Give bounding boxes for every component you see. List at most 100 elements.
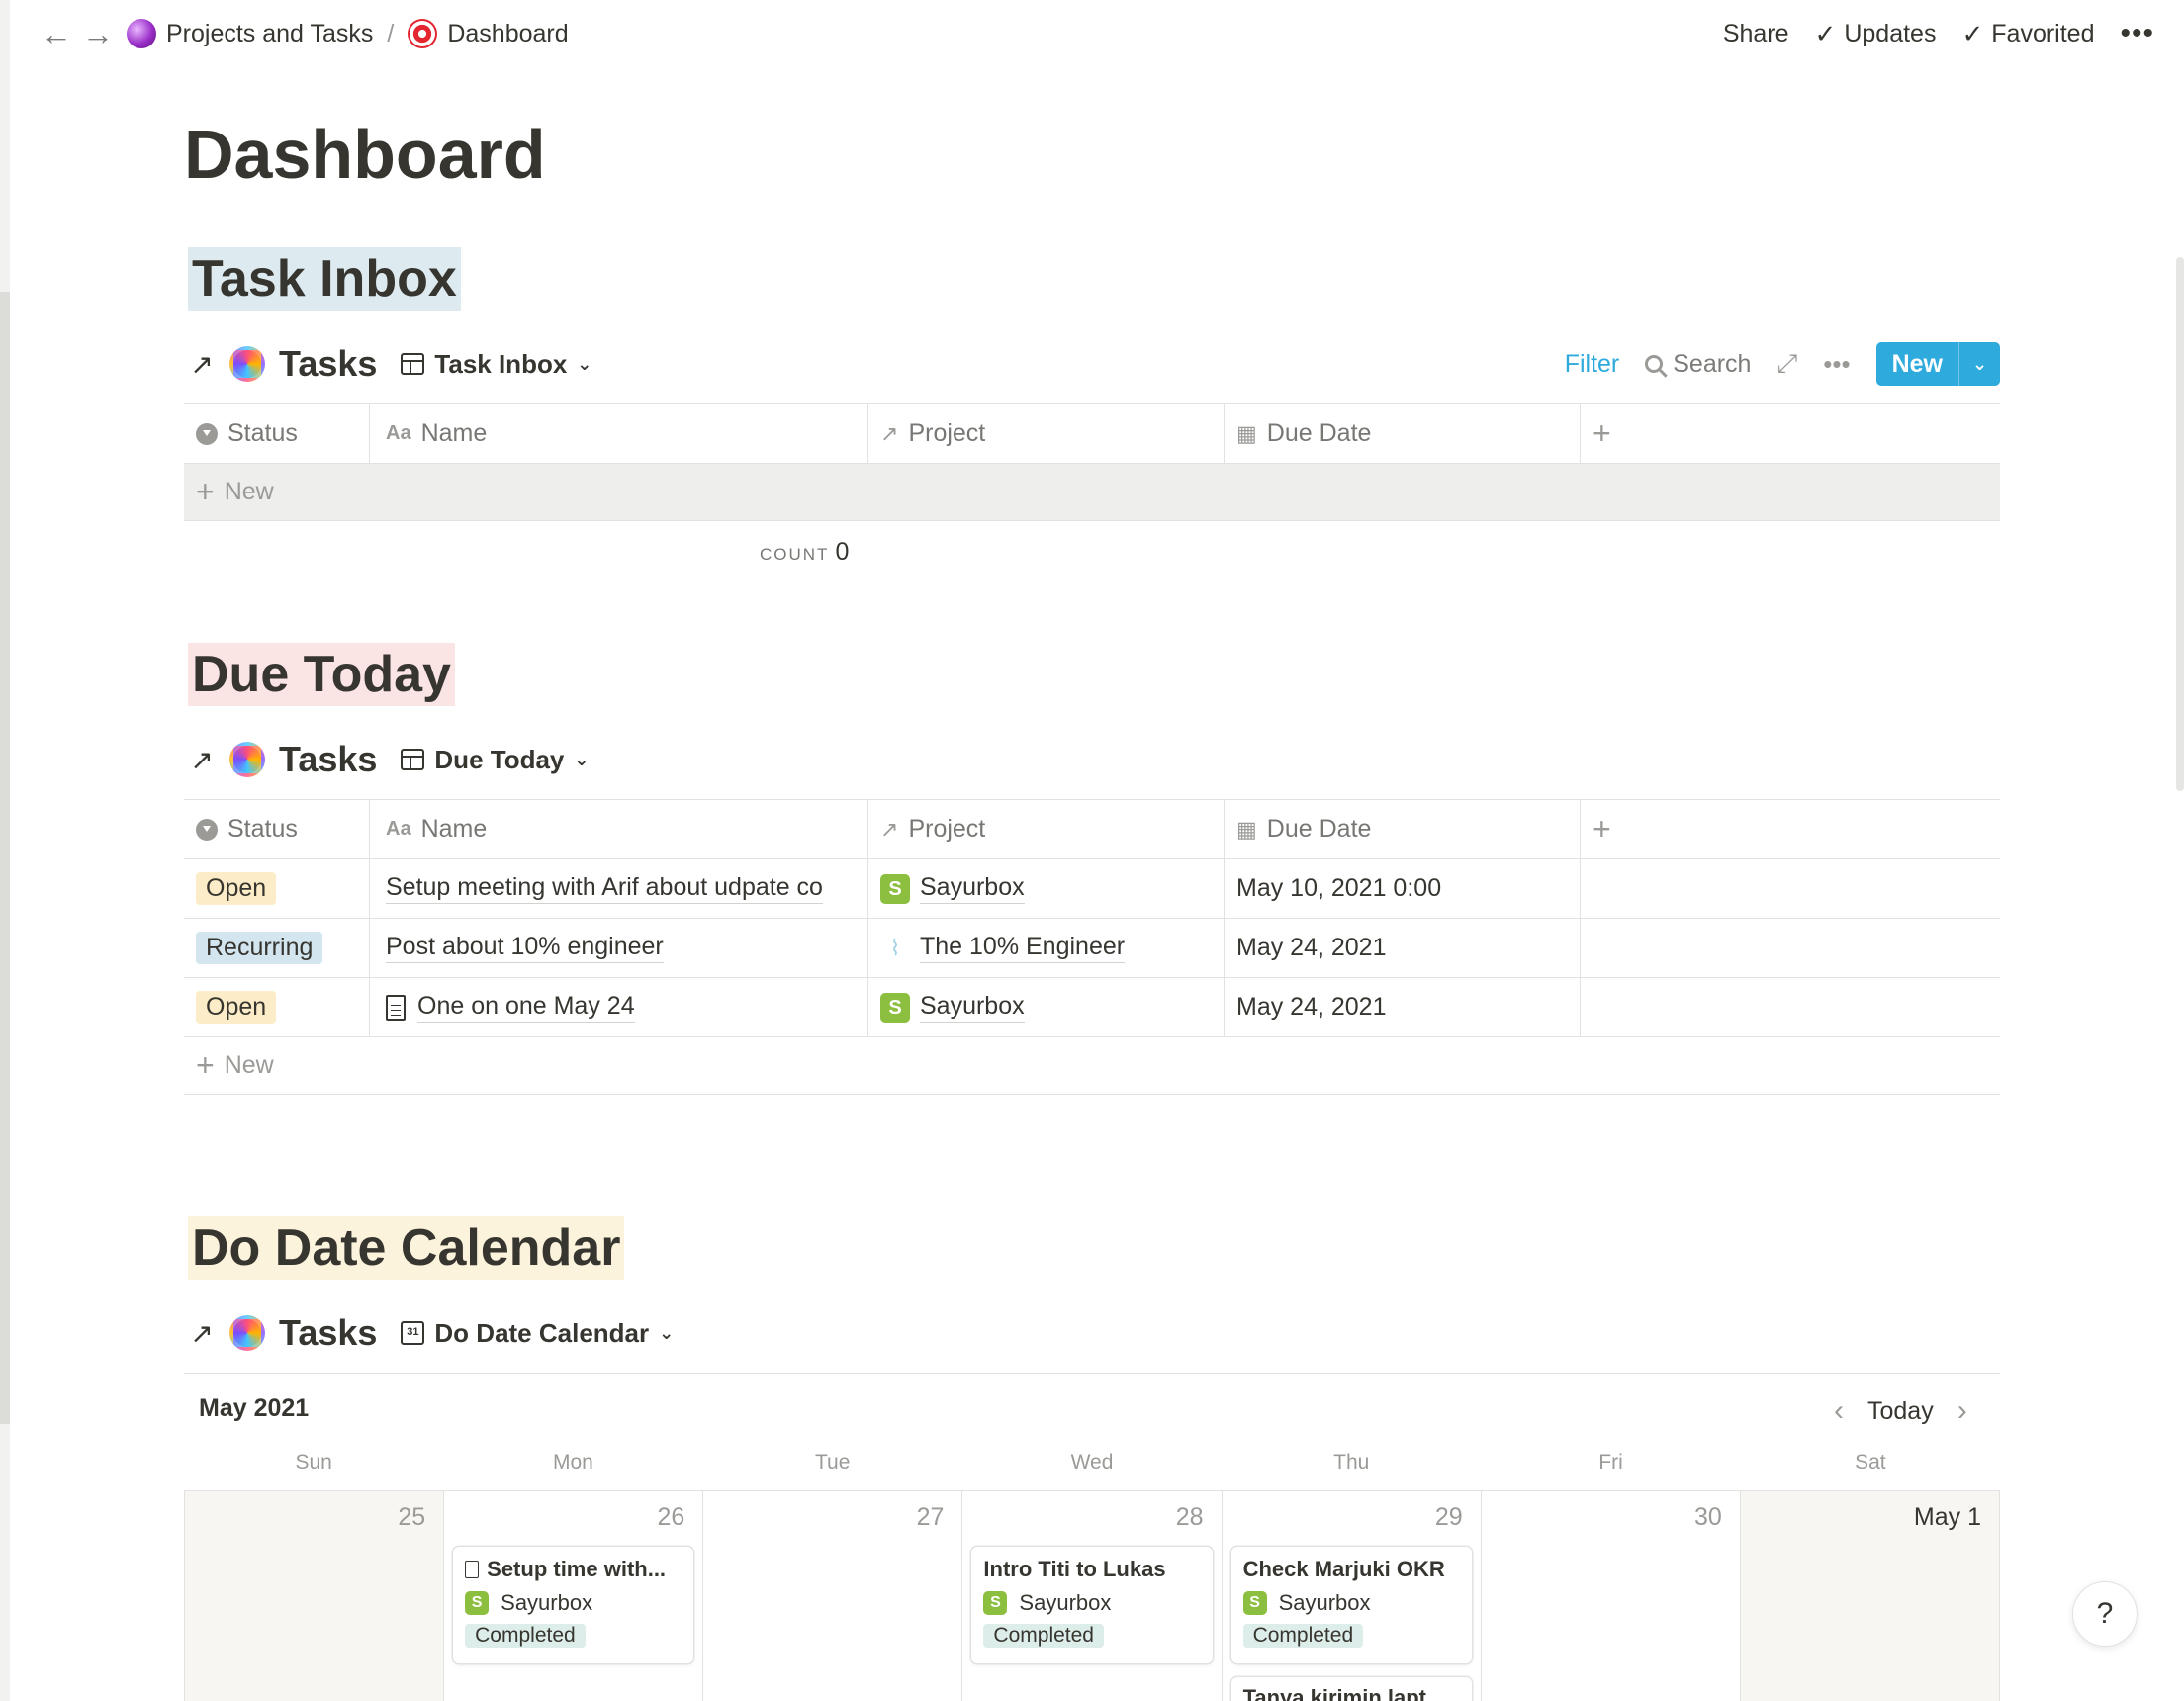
column-label: Due Date [1266, 419, 1372, 447]
project-link[interactable]: Sayurbox [920, 873, 1025, 904]
document-icon [386, 994, 406, 1021]
task-name-link[interactable]: One on one May 24 [417, 992, 635, 1023]
share-button[interactable]: Share [1723, 20, 1789, 48]
back-arrow-icon[interactable]: ← [36, 16, 77, 52]
column-header-due-date[interactable]: ▦ Due Date [1225, 404, 1581, 463]
more-options-icon[interactable]: ••• [1823, 349, 1850, 380]
sayurbox-icon: S [880, 992, 910, 1023]
column-header-due-date[interactable]: ▦ Due Date [1225, 800, 1581, 858]
db-toolbar: Filter Search ⤢ ••• New ⌄ [1565, 342, 2000, 386]
calendar-card[interactable]: Setup time with... S Sayurbox Completed [453, 1547, 694, 1663]
card-project: S Sayurbox [465, 1590, 682, 1616]
table-row[interactable]: Open One on one May 24 S Sayurbox May 24,… [184, 978, 2000, 1037]
page-title: Dashboard [184, 116, 546, 193]
project-cell[interactable]: S Sayurbox [868, 978, 1225, 1036]
updates-button[interactable]: ✓ Updates [1815, 19, 1937, 49]
project-cell[interactable]: ⌇ The 10% Engineer [868, 919, 1225, 977]
status-cell[interactable]: Open [184, 978, 370, 1036]
calendar-month: May 2021 [199, 1394, 310, 1422]
column-header-status[interactable]: Status [184, 800, 370, 858]
due-today-table: Status Aa Name ↗ Project ▦ Due Date + Open … [184, 799, 2000, 1095]
new-row-button[interactable]: + New [184, 1037, 2000, 1095]
filter-button[interactable]: Filter [1565, 350, 1620, 379]
breadcrumb-dashboard[interactable]: Dashboard [400, 15, 576, 52]
view-selector[interactable]: Due Today ⌄ [401, 745, 589, 775]
name-cell[interactable]: One on one May 24 [370, 978, 868, 1036]
breadcrumb-projects[interactable]: Projects and Tasks [119, 15, 381, 52]
new-row-label: New [224, 1051, 274, 1079]
task-name-link[interactable]: Post about 10% engineer [386, 933, 664, 963]
chevron-right-icon[interactable]: › [1957, 1394, 1967, 1428]
add-column-button[interactable]: + [1581, 404, 2000, 463]
count-summary[interactable]: COUNT 0 [760, 538, 849, 567]
day-number: 30 [1694, 1503, 1722, 1531]
forward-arrow-icon[interactable]: → [77, 16, 119, 52]
open-as-page-icon[interactable]: ↗ [184, 1317, 220, 1350]
search-button[interactable]: Search [1645, 350, 1751, 379]
name-cell[interactable]: Setup meeting with Arif about udpate co [370, 859, 868, 918]
calendar-day[interactable]: 30 [1482, 1491, 1741, 1701]
page-scrollbar[interactable] [2176, 257, 2184, 791]
count-label: COUNT [760, 545, 830, 564]
project-cell[interactable]: S Sayurbox [868, 859, 1225, 918]
more-options-icon[interactable]: ••• [2120, 17, 2154, 50]
view-selector[interactable]: 31 Do Date Calendar ⌄ [401, 1318, 674, 1349]
calendar-db-header: ↗ Tasks 31 Do Date Calendar ⌄ [184, 1303, 2000, 1363]
expand-icon[interactable]: ⤢ [1776, 348, 1797, 380]
table-row[interactable]: Recurring Post about 10% engineer ⌇ The 1… [184, 919, 2000, 978]
calendar-day[interactable]: 25 [185, 1491, 445, 1701]
db-title[interactable]: Tasks [279, 1312, 377, 1354]
add-column-button[interactable]: + [1581, 800, 2000, 858]
db-title[interactable]: Tasks [279, 343, 377, 385]
chevron-down-icon[interactable]: ⌄ [1958, 342, 2000, 386]
new-row-label: New [224, 478, 274, 505]
project-link[interactable]: Sayurbox [920, 992, 1025, 1023]
today-button[interactable]: Today [1867, 1397, 1934, 1426]
sidebar-scroll-thumb[interactable] [0, 292, 10, 1424]
weekday-label: Sun [295, 1451, 332, 1474]
calendar-nav: ‹ Today › [1834, 1394, 1967, 1428]
calendar-day[interactable]: 26 Setup time with... S Sayurbox Complete… [444, 1491, 704, 1701]
status-cell[interactable]: Recurring [184, 919, 370, 977]
calendar-day[interactable]: May 1 [1740, 1491, 2000, 1701]
db-title[interactable]: Tasks [279, 739, 377, 780]
breadcrumb-separator: / [387, 19, 395, 47]
calendar-day[interactable]: 27 [703, 1491, 963, 1701]
column-header-project[interactable]: ↗ Project [868, 404, 1225, 463]
card-status-tag: Completed [983, 1624, 1104, 1648]
chevron-left-icon[interactable]: ‹ [1834, 1394, 1844, 1428]
column-header-name[interactable]: Aa Name [370, 800, 868, 858]
name-cell[interactable]: Post about 10% engineer [370, 919, 868, 977]
calendar-card[interactable]: Tanya kirimin lapt [1230, 1677, 1472, 1701]
status-tag: Open [196, 872, 277, 905]
task-name-link[interactable]: Setup meeting with Arif about udpate co [386, 873, 823, 904]
search-icon [1645, 355, 1664, 373]
lollipop-icon [229, 742, 265, 777]
calendar-card[interactable]: Intro Titi to Lukas S Sayurbox Completed [971, 1547, 1213, 1663]
plus-icon: + [196, 1047, 215, 1083]
column-header-status[interactable]: Status [184, 404, 370, 463]
due-date-cell[interactable]: May 24, 2021 [1225, 919, 1581, 977]
help-button[interactable]: ? [2073, 1582, 2137, 1646]
open-as-page-icon[interactable]: ↗ [184, 744, 220, 776]
relation-icon: ↗ [880, 420, 899, 446]
view-selector[interactable]: Task Inbox ⌄ [401, 349, 592, 380]
status-cell[interactable]: Open [184, 859, 370, 918]
new-button[interactable]: New ⌄ [1875, 342, 2000, 386]
open-as-page-icon[interactable]: ↗ [184, 348, 220, 381]
new-row-button[interactable]: + New [184, 464, 2000, 521]
crystal-ball-icon [127, 19, 156, 48]
project-link[interactable]: The 10% Engineer [920, 933, 1126, 963]
status-tag: Open [196, 991, 277, 1024]
calendar-card[interactable]: Check Marjuki OKR S Sayurbox Completed [1230, 1547, 1472, 1663]
calendar-day[interactable]: 28 Intro Titi to Lukas S Sayurbox Complet… [962, 1491, 1223, 1701]
calendar-day[interactable]: 29 Check Marjuki OKR S Sayurbox Completed… [1223, 1491, 1482, 1701]
favorite-button[interactable]: ✓ Favorited [1961, 19, 2094, 49]
divider [184, 1373, 2000, 1374]
chevron-down-icon: ⌄ [659, 1322, 675, 1343]
due-date-cell[interactable]: May 24, 2021 [1225, 978, 1581, 1036]
column-header-project[interactable]: ↗ Project [868, 800, 1225, 858]
due-date-cell[interactable]: May 10, 2021 0:00 [1225, 859, 1581, 918]
table-row[interactable]: Open Setup meeting with Arif about udpat… [184, 859, 2000, 919]
column-header-name[interactable]: Aa Name [370, 404, 868, 463]
